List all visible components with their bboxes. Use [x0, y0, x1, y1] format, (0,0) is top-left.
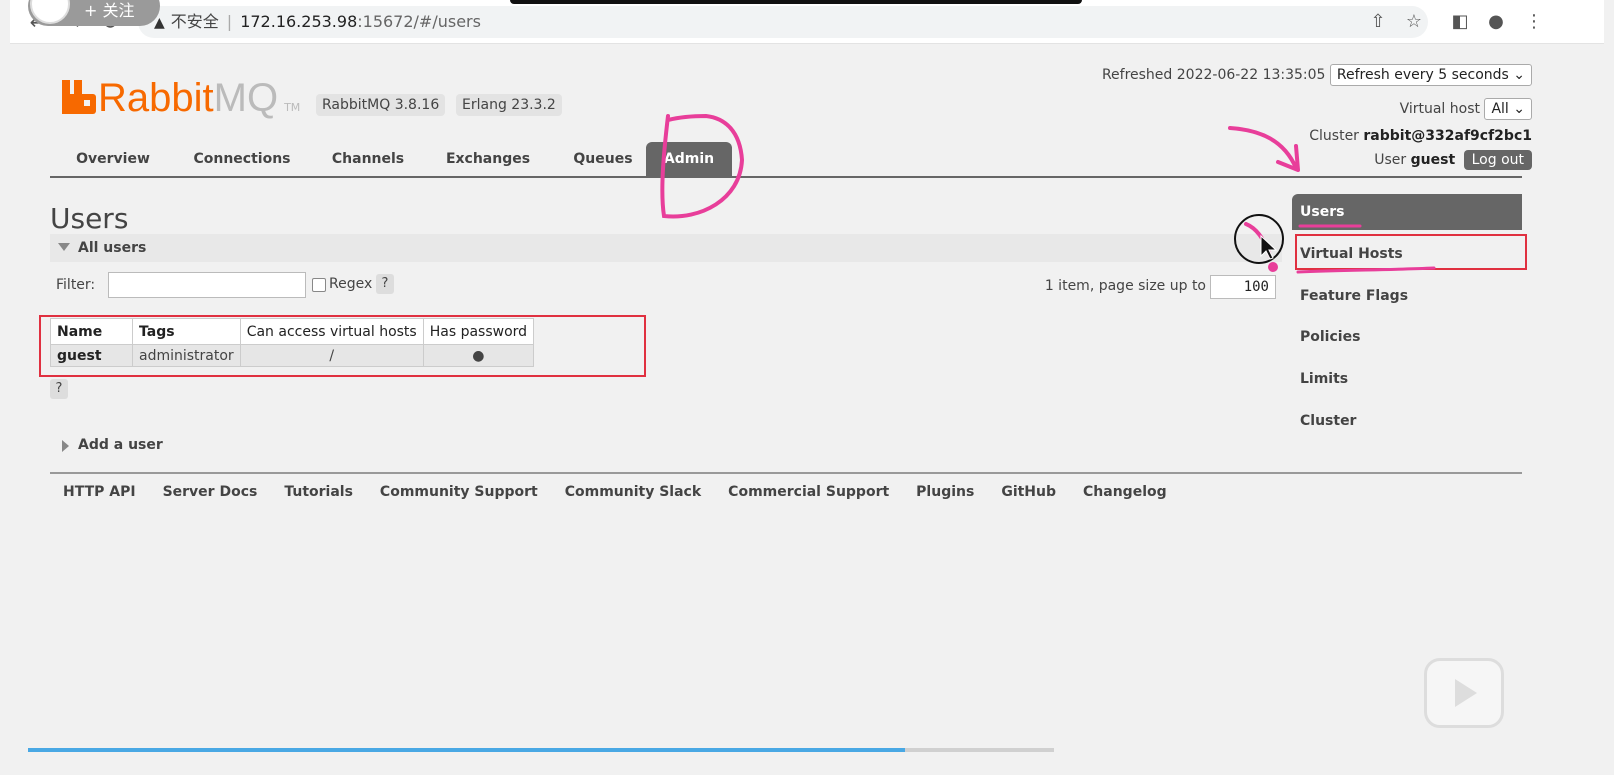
rabbitmq-version-badge: RabbitMQ 3.8.16: [316, 94, 446, 116]
erlang-version-badge: Erlang 23.3.2: [456, 94, 562, 116]
pager-label: 1 item, page size up to: [1044, 278, 1206, 294]
tab-channels[interactable]: Channels: [318, 142, 418, 176]
virtual-hosts-highlight-box: [1295, 234, 1527, 270]
users-table-highlight-box: [39, 315, 646, 377]
footer-links: HTTP API Server Docs Tutorials Community…: [63, 484, 1194, 500]
bookmark-star-icon[interactable]: ☆: [1402, 10, 1426, 34]
tab-exchanges[interactable]: Exchanges: [432, 142, 544, 176]
logo-text-rabbit: Rabbit: [98, 76, 214, 120]
triangle-down-icon: [58, 243, 70, 251]
table-help-button[interactable]: ?: [50, 379, 68, 399]
url-path: :15672/#/users: [357, 12, 481, 31]
admin-sidebar: Users Virtual Hosts Feature Flags Polici…: [1292, 194, 1522, 444]
video-progress-bar[interactable]: [28, 748, 1054, 752]
footer-link-tutorials[interactable]: Tutorials: [284, 484, 353, 500]
refresh-interval-select[interactable]: Refresh every 5 seconds ⌄: [1329, 64, 1532, 86]
menu-kebab-icon[interactable]: ⋮: [1522, 10, 1546, 34]
regex-label: Regex: [329, 276, 373, 292]
chevron-down-icon: ⌄: [1513, 101, 1525, 117]
footer-link-changelog[interactable]: Changelog: [1083, 484, 1167, 500]
add-user-section-toggle[interactable]: Add a user: [60, 437, 163, 453]
filter-label: Filter:: [56, 277, 96, 293]
side-panel-icon[interactable]: ◧: [1448, 10, 1472, 34]
address-bar[interactable]: ▲ 不安全 | 172.16.253.98:15672/#/users: [138, 6, 1428, 38]
virtual-host-select[interactable]: All ⌄: [1484, 98, 1532, 120]
sidebar-item-cluster[interactable]: Cluster: [1292, 403, 1522, 445]
footer-link-community-support[interactable]: Community Support: [380, 484, 538, 500]
browser-tab-strip: [510, 0, 1082, 4]
footer-link-server-docs[interactable]: Server Docs: [163, 484, 258, 500]
regex-checkbox[interactable]: [312, 278, 326, 292]
tab-queues[interactable]: Queues: [558, 142, 648, 176]
footer-divider: [50, 472, 1522, 474]
logo-text-mq: MQ: [213, 76, 279, 120]
refreshed-label: Refreshed 2022-06-22 13:35:05: [1101, 67, 1326, 83]
video-progress-fill: [28, 748, 906, 752]
page-size-input[interactable]: 100: [1210, 275, 1276, 299]
virtual-host-value: All: [1491, 101, 1509, 117]
footer-link-http-api[interactable]: HTTP API: [63, 484, 136, 500]
footer-link-github[interactable]: GitHub: [1001, 484, 1056, 500]
tab-connections[interactable]: Connections: [178, 142, 306, 176]
url-host: 172.16.253.98: [240, 12, 358, 31]
tab-admin[interactable]: Admin: [646, 142, 732, 176]
section-title: All users: [78, 240, 147, 256]
add-user-label: Add a user: [78, 437, 163, 453]
browser-toolbar: ← → ↻ ▲不安全|172.16.253.98:15672/#/users ⇧…: [10, 0, 1604, 44]
filter-input[interactable]: [108, 272, 306, 298]
video-play-button[interactable]: [1424, 658, 1504, 728]
chevron-down-icon: ⌄: [1513, 67, 1525, 83]
share-icon[interactable]: ⇧: [1366, 10, 1390, 34]
sidebar-item-users[interactable]: Users: [1292, 194, 1522, 230]
main-nav-tabs: Overview Connections Channels Exchanges …: [50, 142, 1522, 178]
sidebar-item-feature-flags[interactable]: Feature Flags: [1292, 278, 1522, 320]
virtual-host-label: Virtual host: [1399, 101, 1480, 117]
sidebar-item-policies[interactable]: Policies: [1292, 319, 1522, 361]
url-separator: |: [226, 12, 233, 31]
refresh-interval-value: Refresh every 5 seconds: [1336, 67, 1509, 83]
triangle-right-icon: [62, 440, 69, 452]
footer-link-commercial-support[interactable]: Commercial Support: [728, 484, 889, 500]
tab-overview[interactable]: Overview: [60, 142, 166, 176]
filter-help-button[interactable]: ?: [376, 274, 394, 294]
rabbit-logo-icon: [62, 80, 96, 114]
rabbitmq-logo[interactable]: Rabbit MQ TM: [62, 72, 300, 118]
rabbitmq-page: Rabbit MQ TM RabbitMQ 3.8.16 Erlang 23.3.2…: [10, 44, 1604, 750]
sidebar-item-limits[interactable]: Limits: [1292, 361, 1522, 403]
insecure-label: 不安全: [170, 12, 219, 31]
profile-icon[interactable]: ●: [1484, 10, 1508, 34]
play-icon: [1455, 679, 1477, 707]
footer-link-plugins[interactable]: Plugins: [916, 484, 974, 500]
page-title: Users: [50, 202, 129, 235]
logo-trademark: TM: [284, 101, 301, 114]
footer-link-community-slack[interactable]: Community Slack: [565, 484, 701, 500]
all-users-section-toggle[interactable]: All users: [50, 234, 1282, 262]
